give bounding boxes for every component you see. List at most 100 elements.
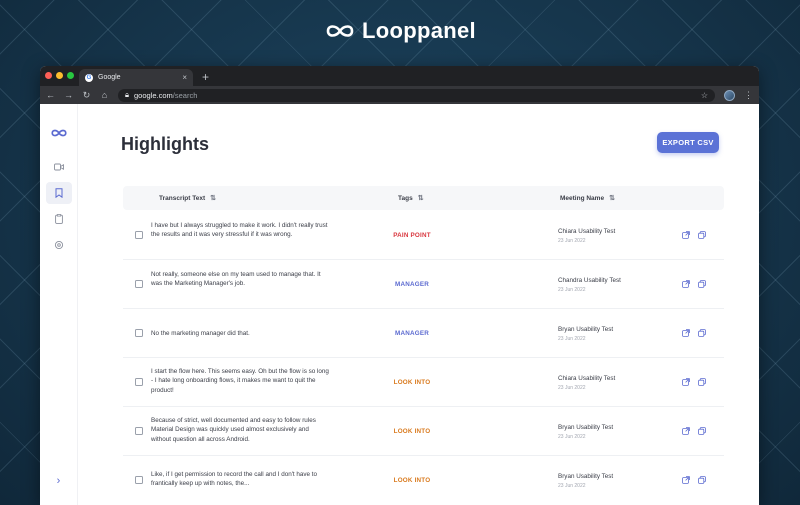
copy-icon[interactable] [698,378,706,386]
copy-icon[interactable] [698,231,706,239]
settings-icon[interactable] [46,234,72,256]
open-link-icon[interactable] [682,378,690,386]
browser-menu-icon[interactable]: ⋮ [744,90,753,101]
row-checkbox[interactable] [135,427,143,435]
forward-icon[interactable]: → [64,90,73,100]
url-host: google.com [134,90,173,100]
logo-icon[interactable] [50,125,68,143]
meeting-cell: Bryan Usability Test 23 Jun 2022 [558,473,648,489]
minimize-window-button[interactable] [56,72,63,79]
browser-tab-bar: G Google × + [40,66,759,86]
row-checkbox[interactable] [135,280,143,288]
bookmark-star-icon[interactable]: ☆ [701,91,708,100]
back-icon[interactable]: ← [46,90,55,100]
new-tab-button[interactable]: + [202,70,209,84]
chevron-right-icon[interactable]: › [57,475,61,487]
sort-icon[interactable]: ⇅ [609,194,615,202]
transcript-text: I start the flow here. This seems easy. … [151,368,329,394]
brand-name: Looppanel [362,18,476,43]
open-link-icon[interactable] [682,329,690,337]
meeting-date: 23 Jun 2022 [558,434,586,440]
row-checkbox[interactable] [135,329,143,337]
page-title: Highlights [121,134,209,154]
tag-badge[interactable]: LOOK INTO [373,477,451,484]
table-row[interactable]: No the marketing manager did that. MANAG… [123,309,724,358]
tag-badge[interactable]: LOOK INTO [373,428,451,435]
table-header: Transcript Text ⇅ Tags ⇅ Meeting Name ⇅ [123,186,724,210]
google-favicon-icon: G [85,73,93,82]
main-panel: Highlights EXPORT CSV Transcript Text ⇅ … [78,104,759,505]
table-row[interactable]: Not really, someone else on my team used… [123,260,724,309]
sort-icon[interactable]: ⇅ [418,194,424,202]
meeting-name[interactable]: Chandra Usability Test [558,277,648,284]
maximize-window-button[interactable] [67,72,74,79]
row-checkbox[interactable] [135,476,143,484]
meeting-name[interactable]: Bryan Usability Test [558,424,648,431]
header-tags-label: Tags [398,194,413,202]
open-link-icon[interactable] [682,231,690,239]
infinity-logo-icon [326,25,354,37]
open-link-icon[interactable] [682,427,690,435]
browser-window: G Google × + ← → ↻ ⌂ 🔒︎ google.com/searc… [40,66,759,505]
table-row[interactable]: I start the flow here. This seems easy. … [123,358,724,407]
copy-icon[interactable] [698,476,706,484]
address-bar: ← → ↻ ⌂ 🔒︎ google.com/search ☆ ⋮ [40,86,759,104]
tag-badge[interactable]: PAIN POINT [373,232,451,239]
transcript-text: Like, if I get permission to record the … [151,471,318,488]
meeting-name[interactable]: Chiara Usability Test [558,375,648,382]
open-link-icon[interactable] [682,476,690,484]
brand-header: Looppanel [0,18,800,44]
meeting-cell: Chiara Usability Test 23 Jun 2022 [558,375,648,391]
meeting-cell: Bryan Usability Test 23 Jun 2022 [558,424,648,440]
tab-close-icon[interactable]: × [182,73,187,82]
row-checkbox[interactable] [135,231,143,239]
app-content: › Highlights EXPORT CSV Transcript Text … [40,104,759,505]
meeting-cell: Chiara Usability Test 23 Jun 2022 [558,228,648,244]
header-meeting[interactable]: Meeting Name ⇅ [560,194,615,203]
row-checkbox[interactable] [135,378,143,386]
copy-icon[interactable] [698,280,706,288]
copy-icon[interactable] [698,329,706,337]
transcript-text: No the marketing manager did that. [151,330,250,337]
url-path: /search [172,90,198,100]
meeting-cell: Bryan Usability Test 23 Jun 2022 [558,326,648,342]
transcript-text: Not really, someone else on my team used… [151,271,321,288]
header-meeting-label: Meeting Name [560,194,605,202]
meeting-name[interactable]: Chiara Usability Test [558,228,648,235]
transcript-text: I have but I always struggled to make it… [151,222,328,239]
clipboard-icon[interactable] [46,208,72,230]
close-window-button[interactable] [45,72,52,79]
tag-badge[interactable]: MANAGER [373,330,451,337]
reload-icon[interactable]: ↻ [82,90,91,101]
meeting-cell: Chandra Usability Test 23 Jun 2022 [558,277,648,293]
tag-badge[interactable]: LOOK INTO [373,379,451,386]
meeting-name[interactable]: Bryan Usability Test [558,473,648,480]
table-row[interactable]: I have but I always struggled to make it… [123,211,724,260]
table-row[interactable]: Like, if I get permission to record the … [123,456,724,505]
lock-icon: 🔒︎ [125,90,129,99]
sidebar: › [40,104,78,505]
window-controls [45,72,74,79]
table-row[interactable]: Because of strict, well documented and e… [123,407,724,456]
transcript-text: Because of strict, well documented and e… [151,417,316,443]
copy-icon[interactable] [698,427,706,435]
url-input[interactable]: 🔒︎ google.com/search ☆ [118,88,715,102]
meeting-date: 23 Jun 2022 [558,287,586,293]
browser-tab[interactable]: G Google × [79,69,193,86]
bookmark-icon[interactable] [45,182,72,204]
open-link-icon[interactable] [682,280,690,288]
sort-icon[interactable]: ⇅ [210,194,216,202]
header-tags[interactable]: Tags ⇅ [398,194,424,203]
meeting-name[interactable]: Bryan Usability Test [558,326,648,333]
meeting-date: 23 Jun 2022 [558,336,586,342]
tag-badge[interactable]: MANAGER [373,281,451,288]
export-csv-button[interactable]: EXPORT CSV [657,132,719,153]
tab-title: Google [98,74,121,81]
home-icon[interactable]: ⌂ [100,90,109,100]
header-transcript-label: Transcript Text [159,194,206,202]
meeting-date: 23 Jun 2022 [558,238,586,244]
meeting-date: 23 Jun 2022 [558,385,586,391]
header-transcript[interactable]: Transcript Text ⇅ [159,194,216,203]
video-icon[interactable] [46,156,72,178]
profile-avatar[interactable] [724,89,735,101]
